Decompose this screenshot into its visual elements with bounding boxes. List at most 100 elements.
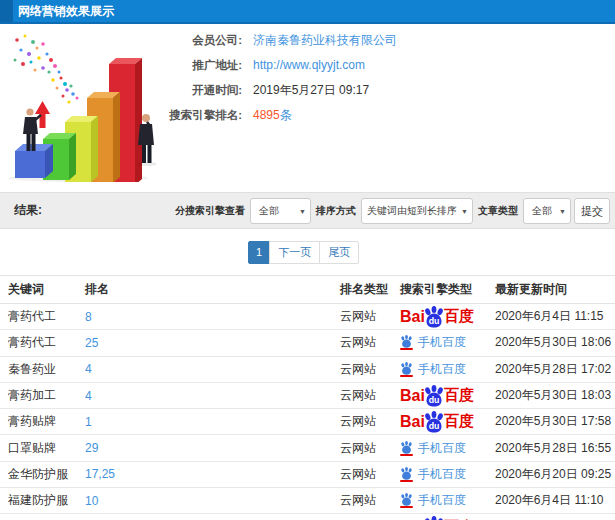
rank-cell: 8 bbox=[85, 304, 340, 330]
svg-text:du: du bbox=[429, 316, 440, 326]
rank-type-cell bbox=[340, 514, 400, 520]
rank-type-cell: 云网站 bbox=[340, 382, 400, 408]
baidu-logo: Bai du 百度 bbox=[400, 385, 474, 407]
rank-count-label: 搜索引擎排名: bbox=[0, 103, 242, 128]
table-row: 福建防护服 10 云网站 手机百度 2020年6月4日 11:10 bbox=[0, 488, 615, 514]
rank-type-cell: 云网站 bbox=[340, 461, 400, 487]
svg-text:du: du bbox=[429, 395, 440, 405]
article-type-select[interactable]: 全部▼ bbox=[523, 198, 571, 224]
sort-label: 排序方式 bbox=[316, 204, 356, 218]
mobile-baidu-badge: 手机百度 bbox=[400, 334, 466, 351]
info-row-opened: 开通时间: 2019年5月27日 09:17 bbox=[0, 78, 440, 103]
rank-link[interactable]: 4 bbox=[85, 389, 92, 403]
engine-type-cell: 手机百度 bbox=[400, 330, 495, 356]
rank-cell: 25 bbox=[85, 330, 340, 356]
engine-type-cell: 手机百度 bbox=[400, 435, 495, 461]
info-row-url: 推广地址: http://www.qlyyjt.com bbox=[0, 53, 440, 78]
mobile-baidu-label[interactable]: 手机百度 bbox=[418, 361, 466, 378]
engine-type-cell: 手机百度 bbox=[400, 488, 495, 514]
chevron-down-icon: ▼ bbox=[299, 199, 306, 224]
updated-cell: 2020年6月20日 09:25 bbox=[495, 461, 615, 487]
mobile-baidu-badge: 手机百度 bbox=[400, 440, 466, 457]
table-body: 膏药代工 8 云网站 Bai du 百度 2020年6月4日 11:15 膏药代… bbox=[0, 304, 615, 520]
page-1-button[interactable]: 1 bbox=[248, 241, 270, 264]
engine-type-cell: 手机百度 bbox=[400, 356, 495, 382]
mobile-baidu-label[interactable]: 手机百度 bbox=[418, 440, 466, 457]
engine-filter-label: 分搜索引擎查看 bbox=[175, 204, 245, 218]
mobile-baidu-icon bbox=[400, 441, 413, 456]
company-label: 会员公司: bbox=[0, 28, 242, 53]
rank-cell bbox=[85, 514, 340, 520]
table-row: 膏药代工 25 云网站 手机百度 2020年5月30日 18:06 bbox=[0, 330, 615, 356]
mobile-baidu-badge: 手机百度 bbox=[400, 492, 466, 509]
rank-link[interactable]: 8 bbox=[85, 310, 92, 324]
title-bar: 网络营销效果展示 bbox=[0, 0, 615, 24]
info-row-rankcount: 搜索引擎排名: 4895条 bbox=[0, 103, 440, 128]
rank-count-value: 4895条 bbox=[253, 103, 292, 128]
mobile-baidu-label[interactable]: 手机百度 bbox=[418, 334, 466, 351]
promotion-url-link[interactable]: http://www.qlyyjt.com bbox=[253, 53, 365, 78]
submit-button[interactable]: 提交 bbox=[574, 198, 610, 224]
filter-bar: 结果: 分搜索引擎查看 全部▼ 排序方式 关键词由短到长排序▼ 文章类型 全部▼… bbox=[0, 192, 615, 229]
keyword-cell: 膏药代工 bbox=[0, 304, 85, 330]
page-title: 网络营销效果展示 bbox=[18, 0, 114, 22]
keyword-cell: 金华防护服 bbox=[0, 461, 85, 487]
mobile-baidu-icon bbox=[400, 335, 413, 350]
promotion-url-label: 推广地址: bbox=[0, 53, 242, 78]
mobile-baidu-icon bbox=[400, 493, 413, 508]
col-rank: 排名 bbox=[85, 276, 340, 304]
open-time-label: 开通时间: bbox=[0, 78, 242, 103]
engine-type-cell: 手机百度 bbox=[400, 461, 495, 487]
updated-cell: 2020年5月30日 18:06 bbox=[495, 330, 615, 356]
company-link[interactable]: 济南秦鲁药业科技有限公司 bbox=[253, 28, 397, 53]
ranking-table: 关键词 排名 排名类型 搜索引擎类型 最新更新时间 膏药代工 8 云网站 Bai… bbox=[0, 275, 615, 520]
keyword-cell: 膏药贴牌 bbox=[0, 409, 85, 435]
keyword-cell: 秦鲁药业 bbox=[0, 356, 85, 382]
updated-cell: 2020年5月28日 17:02 bbox=[495, 356, 615, 382]
rank-cell: 29 bbox=[85, 435, 340, 461]
result-label: 结果: bbox=[14, 193, 42, 228]
col-keyword: 关键词 bbox=[0, 276, 85, 304]
mobile-baidu-icon bbox=[400, 362, 413, 377]
table-row: 膏药代工 8 云网站 Bai du 百度 2020年6月4日 11:15 bbox=[0, 304, 615, 330]
rank-link[interactable]: 29 bbox=[85, 441, 98, 455]
rank-cell: 4 bbox=[85, 356, 340, 382]
article-type-label: 文章类型 bbox=[478, 204, 518, 218]
keyword-cell: 福建防护服 bbox=[0, 488, 85, 514]
table-header-row: 关键词 排名 排名类型 搜索引擎类型 最新更新时间 bbox=[0, 276, 615, 304]
updated-cell: 2020年6月4日 11:15 bbox=[495, 304, 615, 330]
rank-link[interactable]: 1 bbox=[85, 415, 92, 429]
rank-cell: 4 bbox=[85, 382, 340, 408]
rank-link[interactable]: 17,25 bbox=[85, 467, 115, 481]
keyword-cell: 口罩贴牌 bbox=[0, 435, 85, 461]
col-rank-type: 排名类型 bbox=[340, 276, 400, 304]
updated-cell: 2020年5月28日 16:55 bbox=[495, 435, 615, 461]
table-row: 口罩贴牌 29 云网站 手机百度 2020年5月28日 16:55 bbox=[0, 435, 615, 461]
table-row: 秦鲁药业 4 云网站 手机百度 2020年5月28日 17:02 bbox=[0, 356, 615, 382]
last-page-button[interactable]: 尾页 bbox=[319, 241, 359, 264]
table-row: 膏药加工 4 云网站 Bai du 百度 2020年5月30日 18:03 bbox=[0, 382, 615, 408]
mobile-baidu-label[interactable]: 手机百度 bbox=[418, 492, 466, 509]
rank-cell: 17,25 bbox=[85, 461, 340, 487]
rank-link[interactable]: 25 bbox=[85, 336, 98, 350]
keyword-cell bbox=[0, 514, 85, 520]
mobile-baidu-label[interactable]: 手机百度 bbox=[418, 466, 466, 483]
titlebar-left-accent bbox=[0, 0, 13, 22]
next-page-button[interactable]: 下一页 bbox=[269, 241, 320, 264]
rank-cell: 10 bbox=[85, 488, 340, 514]
table-row: 金华防护服 17,25 云网站 手机百度 2020年6月20日 09:25 bbox=[0, 461, 615, 487]
updated-cell bbox=[495, 514, 615, 520]
engine-type-cell: Bai du 百度 bbox=[400, 514, 495, 520]
svg-text:du: du bbox=[429, 421, 440, 431]
sort-select[interactable]: 关键词由短到长排序▼ bbox=[361, 198, 473, 224]
info-row-company: 会员公司: 济南秦鲁药业科技有限公司 bbox=[0, 28, 440, 53]
updated-cell: 2020年5月30日 17:58 bbox=[495, 409, 615, 435]
pagination: 1 下一页 尾页 bbox=[248, 241, 359, 264]
table-row: Bai du 百度 bbox=[0, 514, 615, 520]
table-row: 膏药贴牌 1 云网站 Bai du 百度 2020年5月30日 17:58 bbox=[0, 409, 615, 435]
engine-select[interactable]: 全部▼ bbox=[250, 198, 311, 224]
rank-link[interactable]: 4 bbox=[85, 362, 92, 376]
updated-cell: 2020年6月4日 11:10 bbox=[495, 488, 615, 514]
rank-link[interactable]: 10 bbox=[85, 494, 98, 508]
mobile-baidu-icon bbox=[400, 467, 413, 482]
